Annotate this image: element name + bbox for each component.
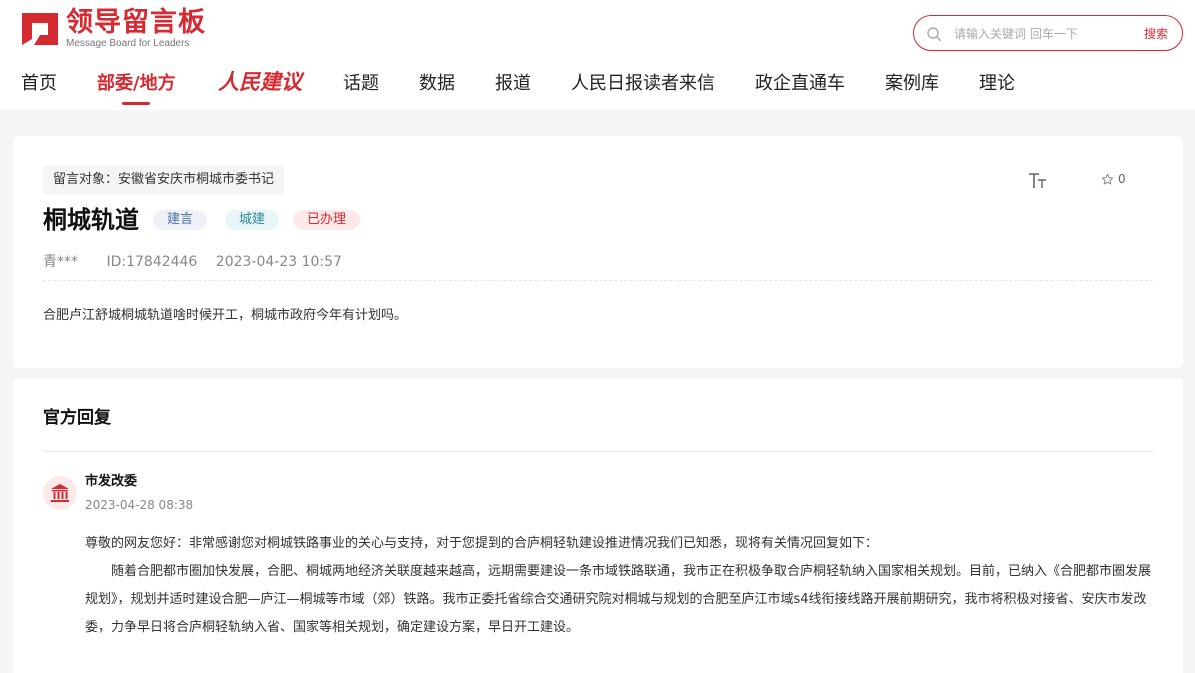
main-nav: 首页 部委/地方 人民建议 话题 数据 报道 人民日报读者来信 政企直通车 案例… xyxy=(0,66,1195,106)
reply-department: 市发改委 xyxy=(85,474,138,489)
reply-greeting: 尊敬的网友您好：非常感谢您对桐城铁路事业的关心与支持，对于您提到的合庐桐轻轨建设… xyxy=(85,536,879,551)
logo-title: 领导留言板 xyxy=(66,6,206,38)
status-badge: 已办理 xyxy=(293,210,361,230)
nav-item-theory[interactable]: 理论 xyxy=(979,66,1015,102)
official-reply-card: 官方回复 市发改委 2023-04-28 08:38 尊敬的网友您好：非常感谢您… xyxy=(13,378,1183,673)
search-icon xyxy=(927,27,942,42)
department-avatar xyxy=(43,476,77,510)
message-target: 留言对象：安徽省安庆市桐城市委书记 xyxy=(43,166,285,194)
nav-item-case-library[interactable]: 案例库 xyxy=(885,66,939,102)
nav-item-ministries-local[interactable]: 部委/地方 xyxy=(97,66,176,102)
nav-item-reports[interactable]: 报道 xyxy=(495,66,531,102)
search-input[interactable] xyxy=(954,24,1134,44)
message-card: 留言对象：安徽省安庆市桐城市委书记 0 桐城轨道 建言 城建 已办理 青*** … xyxy=(13,136,1183,368)
tag-urban-construction[interactable]: 城建 xyxy=(225,210,280,230)
reply-content: 尊敬的网友您好：非常感谢您对桐城铁路事业的关心与支持，对于您提到的合庐桐轻轨建设… xyxy=(85,530,1155,642)
star-icon xyxy=(1101,173,1114,184)
site-logo[interactable]: 领导留言板 Message Board for Leaders xyxy=(20,8,206,50)
favorite-button[interactable]: 0 xyxy=(1101,172,1126,186)
nav-active-indicator xyxy=(122,102,150,105)
nav-item-people-suggestions[interactable]: 人民建议 xyxy=(218,66,302,98)
logo-mark-icon xyxy=(20,9,60,49)
font-size-icon[interactable] xyxy=(1027,170,1049,192)
message-meta: 青*** ID:17842446 2023-04-23 10:57 xyxy=(43,252,356,272)
message-title: 桐城轨道 xyxy=(43,206,139,234)
nav-item-home[interactable]: 首页 xyxy=(21,66,57,102)
message-author: 青*** xyxy=(43,254,78,270)
nav-item-topics[interactable]: 话题 xyxy=(343,66,379,102)
site-header: 领导留言板 Message Board for Leaders 搜索 首页 部委… xyxy=(0,0,1195,110)
logo-subtitle: Message Board for Leaders xyxy=(66,37,190,49)
divider xyxy=(43,451,1153,452)
reply-section-title: 官方回复 xyxy=(43,408,111,428)
nav-item-data[interactable]: 数据 xyxy=(419,66,455,102)
nav-item-readers-letters[interactable]: 人民日报读者来信 xyxy=(571,66,715,102)
message-content: 合肥卢江舒城桐城轨道啥时候开工，桐城市政府今年有计划吗。 xyxy=(43,308,408,323)
message-id: ID:17842446 xyxy=(106,254,198,270)
nav-item-gov-business[interactable]: 政企直通车 xyxy=(755,66,845,102)
favorite-count: 0 xyxy=(1118,172,1126,186)
message-datetime: 2023-04-23 10:57 xyxy=(215,254,342,270)
search-box: 搜索 xyxy=(913,15,1183,51)
tag-suggestion[interactable]: 建言 xyxy=(153,210,208,230)
search-button[interactable]: 搜索 xyxy=(1144,25,1168,42)
reply-datetime: 2023-04-28 08:38 xyxy=(85,498,194,512)
government-building-icon xyxy=(51,484,69,502)
reply-paragraph: 随着合肥都市圈加快发展，合肥、桐城两地经济关联度越来越高，远期需要建设一条市域铁… xyxy=(85,564,1152,635)
divider xyxy=(43,280,1153,281)
